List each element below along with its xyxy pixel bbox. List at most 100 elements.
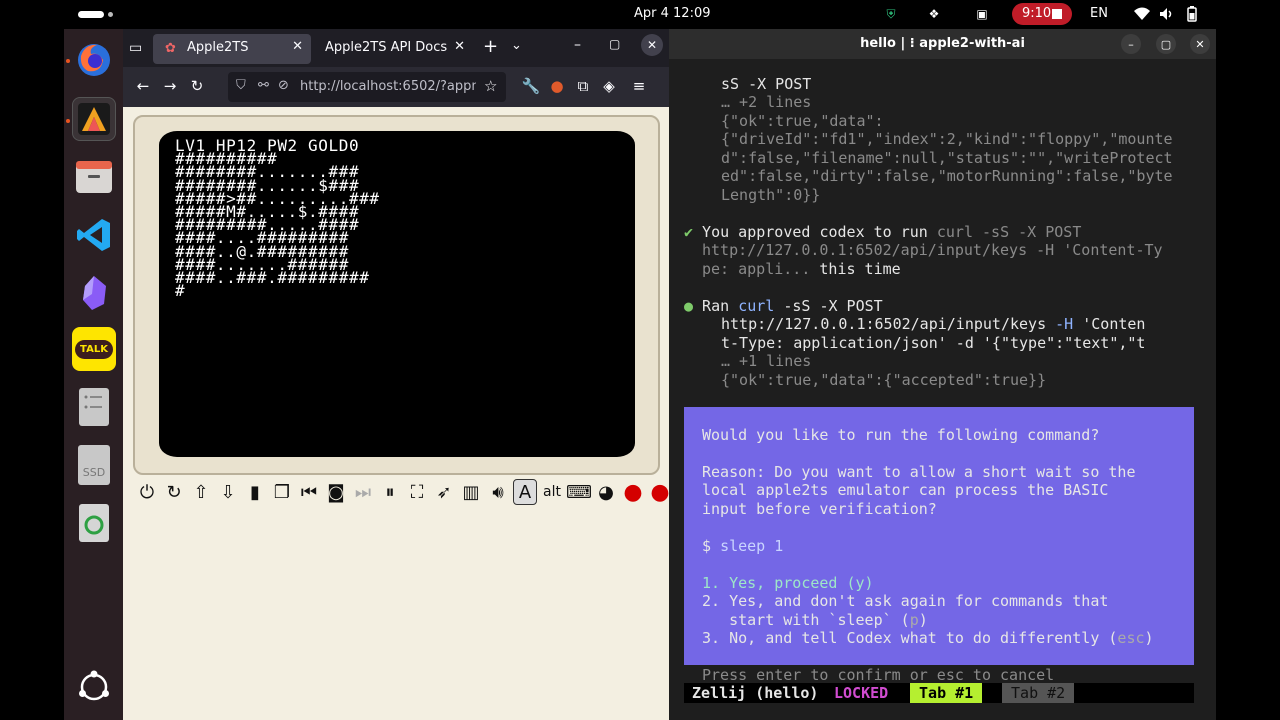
fullscreen-icon[interactable]: ⛶ xyxy=(405,479,429,505)
wrench-icon[interactable]: 🔧 xyxy=(521,77,541,95)
palette-icon[interactable]: ◕ xyxy=(594,479,618,505)
kakaotalk-icon[interactable]: TALK xyxy=(72,327,116,371)
maximize-icon[interactable]: ▢ xyxy=(1156,34,1176,54)
activities-button[interactable] xyxy=(78,11,104,18)
locked-mode[interactable]: LOCKED xyxy=(834,683,888,703)
extensions-icon[interactable]: ⧉ xyxy=(573,77,593,95)
minimize-icon[interactable]: – xyxy=(1121,34,1141,54)
maximize-icon[interactable]: ▢ xyxy=(609,37,620,51)
ran-flag: -H xyxy=(1055,315,1074,333)
top-panel: Apr 4 12:09 ⛨ ❖ ▣ 9:10 EN xyxy=(64,0,1216,29)
ran-line: t-Type: application/json' -d '{"type":"t… xyxy=(721,334,1146,352)
zellij-status-bar: Zellij (hello) LOCKED Tab #1 Tab #2 xyxy=(684,683,1194,703)
option-yes[interactable]: 1. Yes, proceed (y) xyxy=(702,574,874,593)
volume-icon[interactable] xyxy=(1159,6,1175,22)
clock[interactable]: Apr 4 12:09 xyxy=(634,6,711,21)
language-indicator[interactable]: EN xyxy=(1090,6,1108,21)
dock: TALK SSD xyxy=(64,29,123,720)
gamepad-icon[interactable]: ⌨ xyxy=(566,479,592,505)
tab-apple2ts[interactable]: ✿ Apple2TS ✕ xyxy=(153,34,311,64)
ran-args: 'Conten xyxy=(1073,315,1146,333)
rocket-icon[interactable]: ➶ xyxy=(432,479,456,505)
browser-window: ▭ ✿ Apple2TS ✕ Apple2TS API Docs ✕ + ⌄ –… xyxy=(123,29,669,720)
tab-1[interactable]: Tab #1 xyxy=(910,683,983,703)
bookmark-star-icon[interactable]: ☆ xyxy=(484,77,497,95)
forward-icon[interactable]: → xyxy=(160,77,180,95)
workspace-dot[interactable] xyxy=(108,12,113,17)
sound-icon[interactable]: 🔊︎ xyxy=(486,479,510,505)
option-text: ) xyxy=(1144,629,1154,647)
url-bar[interactable]: ⛉ ⚯ ⊘ http://localhost:6502/?appm ☆ xyxy=(228,72,506,102)
reset-icon[interactable]: ↻ xyxy=(162,479,186,505)
tab-list-icon[interactable]: ▭ xyxy=(129,40,142,56)
recording-time: 9:10 xyxy=(1022,6,1052,21)
tab-api-docs[interactable]: Apple2TS API Docs ✕ xyxy=(315,34,473,64)
firefox-icon[interactable] xyxy=(72,37,116,81)
screenshot-icon[interactable]: ▣ xyxy=(974,6,990,22)
menu-icon[interactable]: ≡ xyxy=(629,77,649,95)
close-icon[interactable]: ✕ xyxy=(1190,34,1210,54)
ublock-icon[interactable]: ● xyxy=(547,77,567,95)
close-tab-icon[interactable]: ✕ xyxy=(292,39,303,54)
tab-2[interactable]: Tab #2 xyxy=(1002,683,1075,703)
dropbox-icon[interactable]: ❖ xyxy=(926,6,942,22)
output-text: sS -X POST xyxy=(721,75,812,93)
font-a-icon[interactable]: A xyxy=(513,479,537,505)
minimize-icon[interactable]: – xyxy=(574,37,581,53)
ssd-icon[interactable]: SSD xyxy=(72,443,116,487)
clipboard-icon[interactable]: ▮ xyxy=(243,479,267,505)
option-yes-always[interactable]: 2. Yes, and don't ask again for commands… xyxy=(702,592,1108,611)
ran-line: {"ok":true,"data":{"accepted":true}} xyxy=(721,371,1047,389)
pause-icon[interactable]: ⏸ xyxy=(378,479,402,505)
shield-extension-icon[interactable]: ◈ xyxy=(599,77,619,95)
output-line: {"driveId":"fd1","index":2,"kind":"flopp… xyxy=(721,130,1173,148)
power-icon[interactable]: ⏻ xyxy=(135,479,159,505)
files-icon[interactable] xyxy=(72,155,116,199)
close-window-icon[interactable]: ✕ xyxy=(641,34,663,56)
tv-icon[interactable]: ▥ xyxy=(459,479,483,505)
copy-icon[interactable]: ❐ xyxy=(270,479,294,505)
prompt-reason: local apple2ts emulator can process the … xyxy=(702,481,1109,499)
shield-icon[interactable]: ⛨ xyxy=(883,6,899,22)
close-tab-icon[interactable]: ✕ xyxy=(454,39,465,54)
alt-key-icon[interactable]: alt xyxy=(540,479,564,505)
camera-icon[interactable]: ◙ xyxy=(324,479,348,505)
back-icon[interactable]: ← xyxy=(133,77,153,95)
show-apps-icon[interactable] xyxy=(72,665,116,709)
wifi-icon[interactable] xyxy=(1134,6,1150,22)
reload-icon[interactable]: ↻ xyxy=(187,77,207,95)
upload-icon[interactable]: ⇧ xyxy=(189,479,213,505)
terminal-titlebar: hello | ⁝ apple2-with-ai – ▢ ✕ xyxy=(669,29,1216,59)
obsidian-icon[interactable] xyxy=(72,271,116,315)
option-text: start with `sleep` ( xyxy=(702,611,910,629)
apple2-screen[interactable]: LV1 HP12 PW2 GOLD0 ########## ########..… xyxy=(159,131,635,457)
insecure-icon[interactable]: ⊘ xyxy=(278,78,289,93)
permissions-icon[interactable]: ⚯ xyxy=(258,78,269,93)
letterbox-left xyxy=(0,0,64,720)
option-yes-always[interactable]: start with `sleep` (p) xyxy=(702,611,928,630)
battery-icon[interactable] xyxy=(1184,6,1200,22)
vscode-icon[interactable] xyxy=(72,213,116,257)
navigation-bar: ← → ↻ ⛉ ⚯ ⊘ http://localhost:6502/?appm … xyxy=(123,67,669,107)
emulator-toolbar: ⏻ ↻ ⇧ ⇩ ▮ ❐ ⏮ ◙ ⏭ ⏸ ⛶ ➶ ▥ 🔊︎ A alt ⌨ ◕ ●… xyxy=(135,479,669,509)
chevron-down-icon[interactable]: ⌄ xyxy=(511,38,522,53)
option-no[interactable]: 3. No, and tell Codex what to do differe… xyxy=(702,629,1154,648)
rewind-icon[interactable]: ⏮ xyxy=(297,479,321,505)
apple-favicon-icon: ✿ xyxy=(165,41,176,56)
alacritty-icon[interactable] xyxy=(72,97,116,141)
new-tab-icon[interactable]: + xyxy=(483,36,498,57)
drive-icon[interactable] xyxy=(72,385,116,429)
approval-line: http://127.0.0.1:6502/api/input/keys -H … xyxy=(702,241,1163,259)
prompt-question: Would you like to run the following comm… xyxy=(702,426,1100,444)
red-button-icon[interactable]: ● xyxy=(648,479,669,505)
trash-icon[interactable] xyxy=(72,501,116,545)
ran-line: ● Ran curl -sS -X POST xyxy=(684,297,883,316)
red-button-icon[interactable]: ● xyxy=(621,479,645,505)
shield-icon[interactable]: ⛉ xyxy=(236,78,246,93)
tab-label: Apple2TS API Docs xyxy=(325,40,448,55)
url-text[interactable]: http://localhost:6502/?appm xyxy=(300,79,476,94)
recording-indicator[interactable]: 9:10 xyxy=(1012,3,1072,25)
dollar-sign: $ xyxy=(702,537,721,555)
download-icon[interactable]: ⇩ xyxy=(216,479,240,505)
fast-forward-icon[interactable]: ⏭ xyxy=(351,479,375,505)
